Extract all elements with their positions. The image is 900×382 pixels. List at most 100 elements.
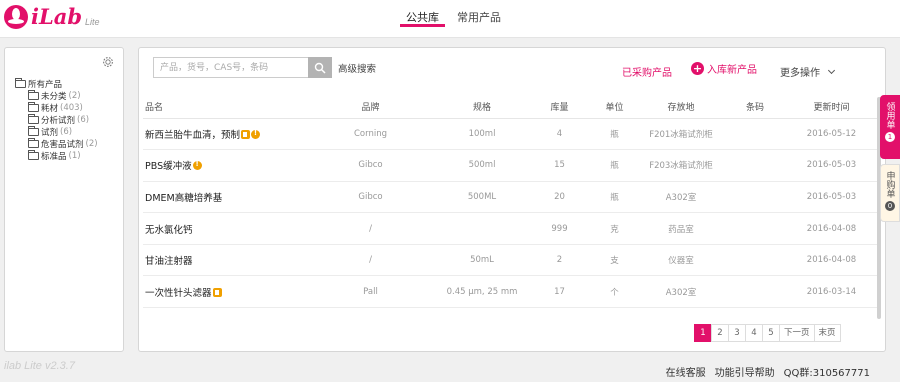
- last-page-button[interactable]: 末页: [813, 324, 841, 342]
- page-3-button[interactable]: 3: [728, 324, 746, 342]
- cell-name[interactable]: 甘油注射器: [143, 244, 303, 277]
- document-badge-icon[interactable]: [241, 129, 251, 139]
- add-product-button[interactable]: + 入库新产品: [691, 61, 757, 76]
- col-header-name[interactable]: 品名: [143, 95, 303, 119]
- logo-sub: Lite: [85, 17, 100, 27]
- cell-location: 仪器室: [636, 244, 726, 277]
- gear-icon[interactable]: [101, 55, 115, 69]
- product-name-link[interactable]: 新西兰胎牛血清，预制: [145, 130, 240, 141]
- ilab-logo[interactable]: iLab Lite: [4, 5, 100, 29]
- cell-unit: 瓶: [593, 149, 636, 182]
- advanced-search-link[interactable]: 高级搜索: [338, 61, 376, 75]
- purchase-request-tab[interactable]: 申购单 0: [880, 164, 900, 222]
- tree-item-uncategorized[interactable]: 未分类 (2): [28, 90, 98, 102]
- col-header-updated[interactable]: 更新时间: [784, 95, 879, 119]
- tab-common-products[interactable]: 常用产品: [451, 10, 507, 27]
- requisition-list-tab[interactable]: 领用单 1: [880, 95, 900, 159]
- table-row[interactable]: 无水氯化钙 / 999 克 药品室 2016-04-08: [143, 212, 879, 245]
- online-support-link[interactable]: 在线客服: [666, 364, 706, 379]
- col-header-barcode[interactable]: 条码: [726, 95, 784, 119]
- folder-icon: [28, 150, 39, 160]
- more-actions-dropdown[interactable]: 更多操作: [780, 64, 836, 79]
- product-name-link[interactable]: DMEM高糖培养基: [145, 193, 222, 204]
- cell-brand: Corning: [303, 118, 438, 151]
- tree-count: (2): [85, 139, 98, 149]
- product-panel: 高级搜索 已采购产品 + 入库新产品 更多操作 品名 品牌 规格 库量 单位 存…: [138, 47, 886, 352]
- product-name-link[interactable]: 甘油注射器: [145, 256, 193, 267]
- pagination: 1 2 3 4 5 下一页 末页: [694, 324, 841, 342]
- cell-unit: 瓶: [593, 118, 636, 151]
- footer-links: 在线客服 功能引导帮助 QQ群:310567771: [657, 364, 870, 379]
- warning-badge-icon[interactable]: [192, 160, 202, 171]
- cell-updated: 2016-03-14: [784, 275, 879, 309]
- top-header: iLab Lite 公共库 常用产品: [0, 0, 900, 38]
- cell-brand: /: [303, 244, 438, 277]
- tree-item-consumables[interactable]: 耗材 (403): [28, 102, 98, 114]
- cell-name[interactable]: 一次性针头滤器: [143, 275, 303, 309]
- cell-name[interactable]: PBS缓冲液: [143, 149, 303, 182]
- product-name-link[interactable]: 一次性针头滤器: [145, 288, 212, 299]
- table-row[interactable]: DMEM高糖培养基 Gibco 500ML 20 瓶 A302室 2016-05…: [143, 181, 879, 214]
- product-name-link[interactable]: 无水氯化钙: [145, 225, 193, 236]
- tree-item-analytical-reagents[interactable]: 分析试剂 (6): [28, 114, 98, 126]
- tree-count: (2): [68, 91, 81, 101]
- page-1-button[interactable]: 1: [694, 324, 712, 342]
- tab-public-library[interactable]: 公共库: [400, 10, 445, 27]
- page-5-button[interactable]: 5: [762, 324, 780, 342]
- warning-badge-icon[interactable]: [251, 129, 261, 139]
- tree-label: 未分类: [41, 92, 67, 102]
- tree-count: (1): [68, 151, 81, 161]
- table-row[interactable]: 甘油注射器 / 50mL 2 支 仪器室 2016-04-08: [143, 244, 879, 277]
- tree-item-standards[interactable]: 标准品 (1): [28, 150, 98, 162]
- feature-guide-link[interactable]: 功能引导帮助: [715, 364, 775, 379]
- qq-group-link[interactable]: QQ群:310567771: [784, 364, 870, 379]
- side-tab-label: 领用单: [884, 102, 895, 129]
- cell-name[interactable]: DMEM高糖培养基: [143, 181, 303, 214]
- table-row[interactable]: PBS缓冲液 Gibco 500ml 15 瓶 F203冰箱试剂柜 2016-0…: [143, 149, 879, 182]
- folder-icon: [28, 102, 39, 112]
- search-button[interactable]: [308, 57, 332, 78]
- col-header-brand[interactable]: 品牌: [303, 95, 438, 119]
- col-header-spec[interactable]: 规格: [438, 95, 526, 119]
- folder-icon: [28, 90, 39, 100]
- col-header-stock[interactable]: 库量: [526, 95, 593, 119]
- next-page-button[interactable]: 下一页: [779, 324, 815, 342]
- tree-label: 危害品试剂: [41, 140, 84, 150]
- cell-spec: 100ml: [438, 118, 526, 151]
- search-input[interactable]: [153, 57, 308, 78]
- document-badge-icon[interactable]: [212, 287, 222, 297]
- tree-item-reagents[interactable]: 试剂 (6): [28, 126, 98, 138]
- cell-brand: /: [303, 212, 438, 245]
- cell-stock: 15: [526, 149, 593, 182]
- tree-item-hazardous-reagents[interactable]: 危害品试剂 (2): [28, 138, 98, 150]
- cell-stock: 2: [526, 244, 593, 277]
- page-4-button[interactable]: 4: [745, 324, 763, 342]
- col-header-location[interactable]: 存放地: [636, 95, 726, 119]
- cell-unit: 克: [593, 212, 636, 245]
- folder-icon: [28, 126, 39, 136]
- cell-brand: Gibco: [303, 181, 438, 214]
- search-bar: 高级搜索: [153, 57, 376, 78]
- cell-location: A302室: [636, 275, 726, 309]
- cell-updated: 2016-05-03: [784, 181, 879, 214]
- category-tree: 所有产品 未分类 (2) 耗材 (403) 分析试剂 (6) 试剂 (6) 危害…: [15, 78, 98, 162]
- cell-name[interactable]: 新西兰胎牛血清，预制: [143, 118, 303, 151]
- tree-count: (6): [77, 115, 90, 125]
- product-name-link[interactable]: PBS缓冲液: [145, 161, 192, 172]
- col-header-unit[interactable]: 单位: [593, 95, 636, 119]
- category-panel: 所有产品 未分类 (2) 耗材 (403) 分析试剂 (6) 试剂 (6) 危害…: [4, 47, 124, 352]
- tree-root-all-products[interactable]: 所有产品: [15, 78, 98, 90]
- cell-barcode: [726, 118, 784, 151]
- cell-barcode: [726, 212, 784, 245]
- table-row[interactable]: 新西兰胎牛血清，预制 Corning 100ml 4 瓶 F201冰箱试剂柜 2…: [143, 118, 879, 151]
- cell-brand: Gibco: [303, 149, 438, 182]
- cell-updated: 2016-04-08: [784, 212, 879, 245]
- purchased-products-link[interactable]: 已采购产品: [622, 64, 672, 79]
- page-2-button[interactable]: 2: [711, 324, 729, 342]
- tree-count: (403): [60, 103, 83, 113]
- chevron-down-icon: [827, 66, 836, 74]
- table-row[interactable]: 一次性针头滤器 Pall 0.45 μm, 25 mm 17 个 A302室 2…: [143, 275, 879, 309]
- version-label: ilab Lite v2.3.7: [4, 360, 75, 372]
- logo-mark-icon: [4, 5, 28, 29]
- cell-name[interactable]: 无水氯化钙: [143, 212, 303, 245]
